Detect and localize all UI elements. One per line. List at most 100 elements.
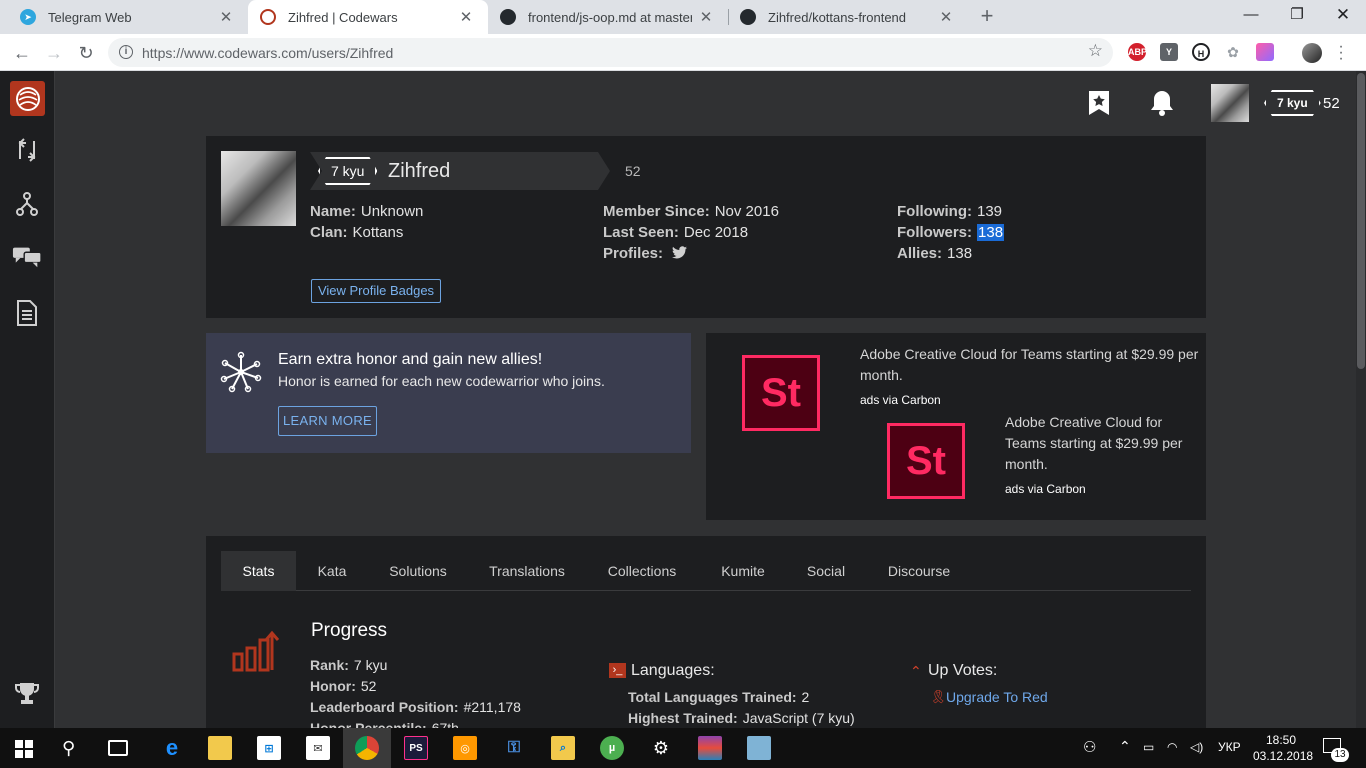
- tab-discourse[interactable]: Discourse: [886, 551, 952, 591]
- task-view-icon[interactable]: [108, 740, 128, 756]
- phpstorm-icon[interactable]: PS: [404, 736, 428, 760]
- ribbon-icon: 🎗: [930, 689, 947, 704]
- y-extension-icon[interactable]: Y: [1160, 43, 1178, 61]
- tab-translations[interactable]: Translations: [484, 551, 570, 591]
- promo-title: Earn extra honor and gain new allies!: [278, 351, 543, 368]
- network-app-icon[interactable]: ⚿: [502, 736, 526, 760]
- close-icon[interactable]: ✕: [218, 8, 234, 26]
- tab-codewars[interactable]: Zihfred | Codewars ✕: [248, 0, 488, 34]
- fork-icon[interactable]: [12, 189, 42, 219]
- adblock-icon[interactable]: ABP: [1128, 43, 1147, 61]
- browser-menu-icon[interactable]: · · ·: [1336, 39, 1346, 67]
- file-explorer-icon[interactable]: [208, 736, 232, 760]
- tab-kata[interactable]: Kata: [296, 551, 368, 591]
- view-profile-badges-button[interactable]: View Profile Badges: [311, 279, 441, 303]
- winrar-icon[interactable]: [698, 736, 722, 760]
- notifications-button[interactable]: [1150, 89, 1174, 122]
- profile-tabs: Stats Kata Solutions Translations Collec…: [221, 551, 1191, 591]
- info-icon[interactable]: i: [119, 45, 133, 59]
- tab-github-js-oop[interactable]: frontend/js-oop.md at master · k ✕: [488, 0, 728, 34]
- restore-button[interactable]: ❐: [1274, 0, 1320, 30]
- bookmark-star-icon[interactable]: ☆: [1088, 41, 1103, 61]
- highest-trained-stat: Highest Trained: JavaScript (7 kyu): [628, 710, 855, 726]
- search-icon[interactable]: ⚲: [62, 738, 75, 759]
- clock[interactable]: 18:50 03.12.2018: [1253, 732, 1314, 764]
- header-avatar[interactable]: [1211, 84, 1249, 122]
- codewars-icon: [260, 9, 276, 25]
- close-icon[interactable]: ✕: [938, 8, 954, 26]
- notification-count-badge: 13: [1331, 748, 1349, 762]
- tab-github-kottans[interactable]: Zihfred/kottans-frontend ✕: [728, 0, 968, 34]
- profile-honor: 52: [625, 163, 641, 179]
- clock-date: 03.12.2018: [1253, 749, 1314, 763]
- address-bar[interactable]: i https://www.codewars.com/users/Zihfred…: [108, 38, 1113, 67]
- ad-text[interactable]: Adobe Creative Cloud for Teams starting …: [860, 344, 1200, 386]
- new-tab-button[interactable]: +: [976, 4, 998, 30]
- mail-icon[interactable]: ✉: [306, 736, 330, 760]
- ad-text[interactable]: Adobe Creative Cloud for Teams starting …: [1005, 412, 1190, 475]
- member-since-stat: Member Since: Nov 2016: [603, 203, 779, 220]
- people-icon[interactable]: ⚇: [1083, 738, 1096, 756]
- store-icon[interactable]: ⊞: [257, 736, 281, 760]
- tab-telegram[interactable]: ➤ Telegram Web ✕: [8, 0, 248, 34]
- app-orange-icon[interactable]: ◎: [453, 736, 477, 760]
- stats-section: Stats Kata Solutions Translations Collec…: [206, 536, 1206, 728]
- profile-avatar[interactable]: [1302, 43, 1322, 63]
- following-stat: Following: 139: [897, 203, 1003, 220]
- tab-kumite[interactable]: Kumite: [715, 551, 771, 591]
- paw-extension-icon[interactable]: ✿: [1224, 43, 1242, 61]
- scrollbar-thumb[interactable]: [1357, 73, 1365, 369]
- discussion-icon[interactable]: [12, 241, 42, 271]
- chrome-icon[interactable]: [355, 736, 379, 760]
- wifi-icon[interactable]: ◠: [1167, 740, 1177, 754]
- adobe-stock-logo[interactable]: St: [742, 355, 820, 431]
- percentile-stat: Honor Percentile: 67th: [310, 720, 459, 728]
- ads-panel: St Adobe Creative Cloud for Teams starti…: [706, 333, 1206, 520]
- volume-icon[interactable]: ◁): [1190, 740, 1203, 754]
- close-window-button[interactable]: ✕: [1320, 0, 1366, 30]
- back-button[interactable]: ←: [9, 40, 35, 66]
- tab-solutions[interactable]: Solutions: [376, 551, 460, 591]
- close-icon[interactable]: ✕: [458, 8, 474, 26]
- windows-start-icon[interactable]: [15, 740, 33, 763]
- tab-social[interactable]: Social: [805, 551, 847, 591]
- adobe-stock-logo[interactable]: St: [887, 423, 965, 499]
- settings-gear-icon[interactable]: ⚙: [649, 736, 673, 760]
- battery-icon[interactable]: ▭: [1143, 740, 1154, 754]
- learn-more-button[interactable]: LEARN MORE: [278, 406, 377, 436]
- forward-button[interactable]: →: [41, 40, 67, 66]
- tab-title: frontend/js-oop.md at master · k: [528, 9, 692, 25]
- rank-label: 7 kyu: [318, 157, 377, 185]
- terminal-icon: ›_: [609, 663, 626, 678]
- reload-button[interactable]: ↻: [73, 40, 99, 66]
- codewars-logo[interactable]: [10, 81, 45, 116]
- minimize-button[interactable]: —: [1228, 0, 1274, 30]
- practice-icon[interactable]: [12, 135, 42, 165]
- bookmarks-button[interactable]: [1088, 90, 1110, 121]
- tab-collections[interactable]: Collections: [603, 551, 681, 591]
- gradient-extension-icon[interactable]: [1256, 43, 1274, 61]
- utorrent-icon[interactable]: µ: [600, 736, 624, 760]
- h-extension-icon[interactable]: H: [1192, 43, 1210, 61]
- ad-via-link[interactable]: ads via Carbon: [1005, 482, 1086, 496]
- rank-label: 7 kyu: [1264, 90, 1321, 116]
- document-icon[interactable]: [12, 298, 42, 328]
- tab-stats[interactable]: Stats: [221, 551, 296, 591]
- tab-title: Zihfred/kottans-frontend: [768, 9, 907, 25]
- notepad-icon[interactable]: [747, 736, 771, 760]
- edge-icon[interactable]: e: [160, 735, 184, 760]
- ad-via-link[interactable]: ads via Carbon: [860, 393, 941, 407]
- upgrade-to-red-link[interactable]: Upgrade To Red: [946, 689, 1048, 705]
- close-icon[interactable]: ✕: [698, 8, 714, 26]
- windows-taskbar: ⚲ e ⊞ ✉ PS ◎ ⚿ ⌕ µ ⚙ ⚇ ⌃ ▭ ◠ ◁) УКР 18:5…: [0, 728, 1366, 768]
- profile-rank-badge: 7 kyu: [318, 157, 377, 185]
- leaderboard-stat: Leaderboard Position: #211,178: [310, 699, 521, 715]
- folder-search-icon[interactable]: ⌕: [551, 736, 575, 760]
- clock-time: 18:50: [1265, 733, 1297, 747]
- tray-chevron-icon[interactable]: ⌃: [1119, 738, 1131, 755]
- url-text: https://www.codewars.com/users/Zihfred: [142, 45, 394, 61]
- page-scrollbar[interactable]: [1356, 71, 1366, 728]
- trophy-icon[interactable]: [12, 678, 42, 708]
- language-indicator[interactable]: УКР: [1218, 740, 1241, 754]
- twitter-icon[interactable]: [672, 246, 688, 259]
